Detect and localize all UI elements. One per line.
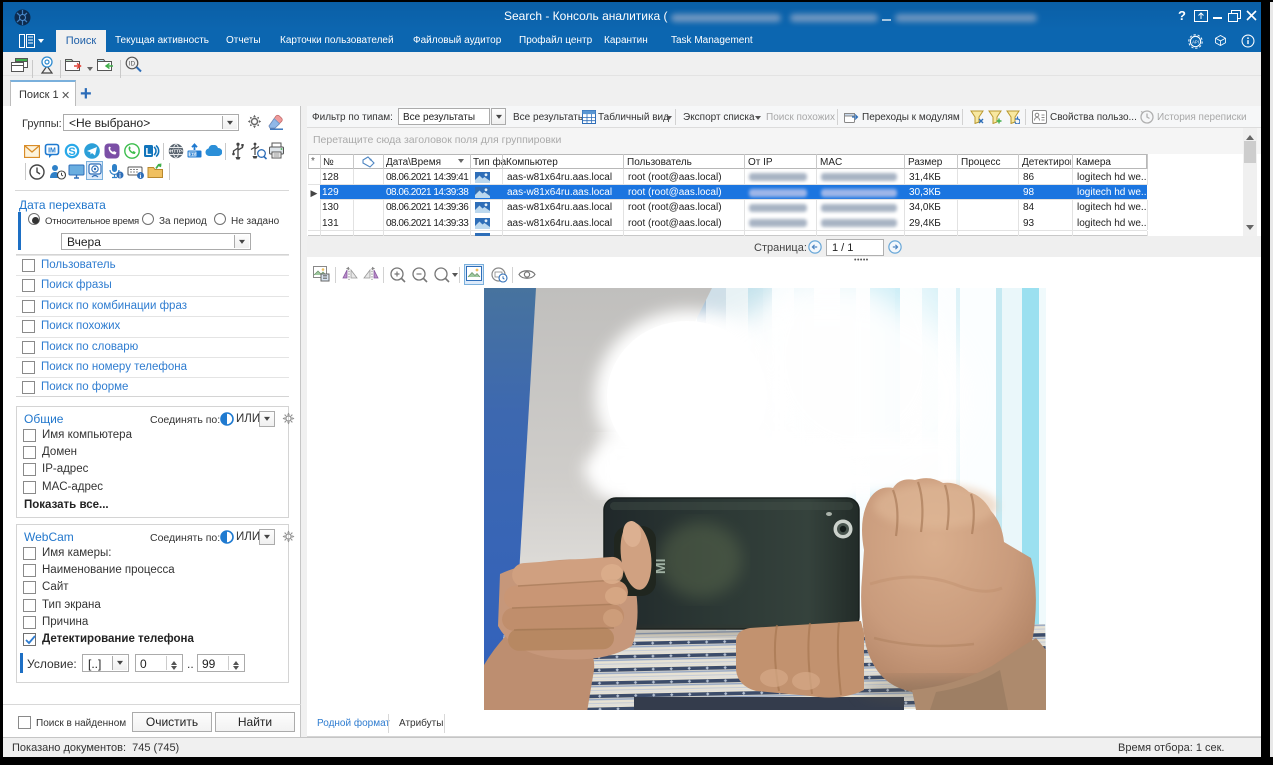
svg-text:API: API <box>1192 39 1199 44</box>
svg-text:ID: ID <box>129 61 136 68</box>
svg-text:HTTP: HTTP <box>170 149 182 154</box>
svg-text:S: S <box>68 146 75 158</box>
svg-text:FTP: FTP <box>189 153 197 157</box>
svg-text:L: L <box>145 147 151 158</box>
svg-text:IM: IM <box>48 148 56 155</box>
